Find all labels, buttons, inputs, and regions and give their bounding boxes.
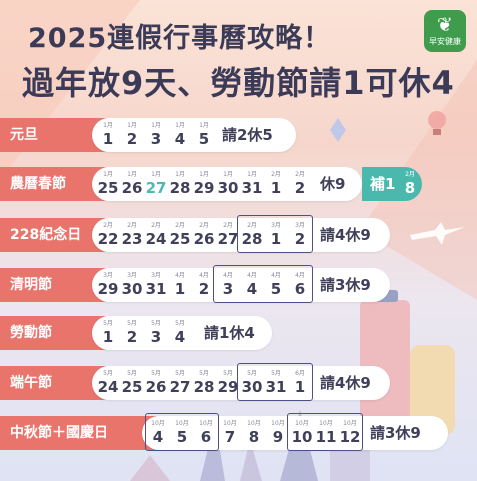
date-cell: 10月 4 xyxy=(151,420,165,446)
date-cell: 1月 3 xyxy=(150,122,162,148)
date-cell: 5月 28 xyxy=(193,370,215,396)
date-cell: 4月 6 xyxy=(294,272,306,298)
date-cell: 3月 2 xyxy=(294,222,306,248)
leaf-icon: ❦ xyxy=(437,14,453,36)
leave-result: 請2休5 xyxy=(222,126,273,144)
date-cell: 5月 4 xyxy=(174,320,186,346)
date-cell: 5月 30 xyxy=(241,370,263,396)
date-cell: 4月 5 xyxy=(270,272,282,298)
date-cell: 5月 3 xyxy=(150,320,162,346)
leave-result: 請3休9 xyxy=(320,276,371,294)
date-cell: 1月 4 xyxy=(174,122,186,148)
date-cell: 1月 2 xyxy=(126,122,138,148)
date-cell: 5月 31 xyxy=(265,370,287,396)
date-cell: 1月 29 xyxy=(193,171,215,197)
date-cell: 10月 12 xyxy=(339,420,361,446)
makeup-label: 補1 xyxy=(370,175,396,193)
date-cell: 3月 30 xyxy=(121,272,143,298)
date-cell: 1月 1 xyxy=(102,122,114,148)
date-pill: 5月 1 5月 2 5月 3 5月 4 請1休4 xyxy=(92,316,272,350)
date-cell: 1月 5 xyxy=(198,122,210,148)
date-cell: 10月 5 xyxy=(175,420,189,446)
date-cell: 1月 30 xyxy=(217,171,239,197)
date-cell: 5月 26 xyxy=(145,370,167,396)
page-title: 2025連假行事曆攻略！ xyxy=(28,23,332,54)
leave-result: 請4休9 xyxy=(320,226,371,244)
date-cell: 5月 1 xyxy=(102,320,114,346)
date-cell: 3月 31 xyxy=(145,272,167,298)
date-cell: 5月 24 xyxy=(97,370,119,396)
date-cell: 3月 1 xyxy=(270,222,282,248)
date-pill: 5月 24 5月 25 5月 26 5月 27 5月 28 5月 29 5月 30 5月 31 … xyxy=(92,363,390,401)
leave-result: 請3休9 xyxy=(370,424,421,442)
date-cell: 6月 1 xyxy=(294,370,306,396)
date-cell: 5月 2 xyxy=(126,320,138,346)
date-cell: 4月 1 xyxy=(174,272,186,298)
date-cell: 10月 11 xyxy=(315,420,337,446)
date-cell: 4月 3 xyxy=(222,272,234,298)
date-cell: 5月 27 xyxy=(169,370,191,396)
date-cell: 10月 10 xyxy=(291,420,313,446)
date-cell: 1月 25 xyxy=(97,171,119,197)
leave-result: 休9 xyxy=(320,175,346,193)
brand-name: 早安健康 xyxy=(429,37,461,46)
date-cell: 2月 28 xyxy=(241,222,263,248)
date-cell: 2月 22 xyxy=(97,222,119,248)
leave-result: 請1休4 xyxy=(204,324,255,342)
date-cell: 2月 2 xyxy=(294,171,306,197)
date-pill: 1月 1 1月 2 1月 3 1月 4 1月 5 請2休5 xyxy=(92,118,296,152)
date-cell: 3月 29 xyxy=(97,272,119,298)
date-cell: 2月 1 xyxy=(270,171,282,197)
makeup-workday: 補1 2月 8 xyxy=(362,167,422,201)
date-pill: 2月 22 2月 23 2月 24 2月 25 2月 26 2月 27 2月 28 3月 1 3… xyxy=(92,215,390,253)
header: 2025連假行事曆攻略！ 過年放9天、勞動節請1可休4 ❦ 早安健康 xyxy=(0,0,477,110)
date-pill: 3月 29 3月 30 3月 31 4月 1 4月 2 4月 3 4月 4 4月 5 4月 6 請… xyxy=(92,265,390,303)
date-cell: 2月 24 xyxy=(145,222,167,248)
date-cell: 1月 27 xyxy=(145,171,167,197)
date-cell: 1月 31 xyxy=(241,171,263,197)
date-cell: 5月 25 xyxy=(121,370,143,396)
date-pill: 1月 25 1月 26 1月 27 1月 28 1月 29 1月 30 1月 31 2月 1 2… xyxy=(92,167,362,201)
date-cell: 2月 23 xyxy=(121,222,143,248)
leave-result: 請4休9 xyxy=(320,374,371,392)
date-cell: 1月 26 xyxy=(121,171,143,197)
date-cell: 2月 25 xyxy=(169,222,191,248)
date-cell: 2月 26 xyxy=(193,222,215,248)
makeup-date: 2月 8 xyxy=(404,171,416,197)
date-cell: 10月 6 xyxy=(199,420,213,446)
date-cell: 10月 7 xyxy=(223,420,237,446)
date-cell: 10月 8 xyxy=(247,420,261,446)
brand-logo: ❦ 早安健康 xyxy=(424,10,466,52)
date-pill: 10月 4 10月 5 10月 6 10月 7 10月 8 10月 9 10月 10 10月 1… xyxy=(142,413,448,451)
date-cell: 4月 4 xyxy=(246,272,258,298)
page-subtitle: 過年放9天、勞動節請1可休4 xyxy=(22,64,455,102)
date-cell: 1月 28 xyxy=(169,171,191,197)
